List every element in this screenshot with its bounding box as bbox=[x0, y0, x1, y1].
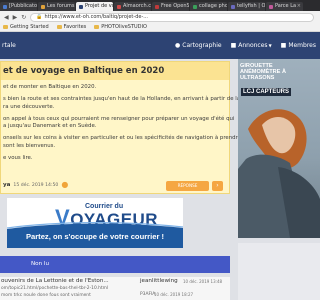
post-card: et de voyage en Baltique en 2020 et de m… bbox=[0, 61, 241, 194]
tab-label: Free OpenStr... bbox=[161, 3, 189, 9]
tab-label: [Pubblicato] [Fil... bbox=[9, 3, 37, 9]
back-icon[interactable]: ◀ bbox=[4, 14, 9, 21]
folder-icon bbox=[94, 25, 100, 29]
bookmark-getting-started[interactable]: Getting Started bbox=[3, 24, 49, 30]
browser-tab[interactable]: [Pubblicato] [Fil...× bbox=[0, 2, 37, 11]
tab-label: Les forums voy... bbox=[47, 3, 75, 9]
ad-photo-person bbox=[238, 109, 320, 238]
tab-favicon-icon bbox=[231, 4, 235, 9]
related-topic-title[interactable]: ouvenirs de La Lettonie et de l'Eston... bbox=[1, 278, 109, 284]
bookmark-favorites[interactable]: Favorites bbox=[56, 24, 86, 30]
related-topic-row: ouvenirs de La Lettonie et de l'Eston...… bbox=[0, 277, 230, 300]
post-author[interactable]: ya bbox=[3, 182, 10, 188]
post-body: et de monter en Baltique en 2020. s bien… bbox=[1, 80, 241, 162]
post-footer: ya 15 déc. 2019 14:50 ● RÉPONSE › bbox=[1, 177, 229, 193]
ad-headline: GIROUETTE ANÉMOMÈTRE À ULTRASONS bbox=[240, 63, 286, 82]
browser-tab[interactable]: Almaorch.com× bbox=[114, 2, 151, 11]
page-content: et de voyage en Baltique en 2020 et de m… bbox=[0, 59, 320, 300]
browser-tab[interactable]: Parce La × bbox=[266, 2, 303, 11]
tab-favicon-icon bbox=[269, 4, 273, 9]
site-navbar: rtale ● Cartographie ■ Annonces ▼ ■ Memb… bbox=[0, 32, 320, 59]
post-paragraph: on appel à tous ceux qui pourraient me r… bbox=[3, 115, 235, 130]
address-bar: ◀ ▶ ↻ 🔒 https://www.et-oh.com/baltiq/proj… bbox=[0, 11, 320, 23]
nav-menu: ● Cartographie ■ Annonces ▼ ■ Membres bbox=[166, 42, 316, 49]
online-dot-icon: ● bbox=[61, 180, 69, 189]
tab-favicon-icon bbox=[3, 4, 7, 9]
tab-favicon-icon bbox=[155, 4, 159, 9]
banner-tagline: Partez, on s'occupe de votre courrier ! bbox=[25, 232, 165, 241]
banner-swoosh bbox=[7, 222, 183, 232]
url-field[interactable]: 🔒 https://www.et-oh.com/baltiq/projet-de-… bbox=[30, 12, 314, 22]
related-topic-date: 10 déc. 2019 13:48 bbox=[183, 279, 223, 284]
related-topic-snippet: mom trkc noule done fous sont vraiment bbox=[1, 293, 91, 298]
bookmark-photolive[interactable]: PHOTOliveSTUDIO bbox=[94, 24, 147, 30]
bookmark-icon bbox=[3, 25, 8, 29]
post-paragraph: onseils sur les coins à visiter en parti… bbox=[3, 135, 241, 149]
related-topic-user[interactable]: jeanlittlewing bbox=[140, 278, 178, 284]
post-paragraph: s bien la route et ses contraintes jusqu… bbox=[3, 96, 240, 110]
url-text: https://www.et-oh.com/baltiq/projet-de-.… bbox=[44, 13, 149, 20]
anemometer-ad[interactable]: GIROUETTE ANÉMOMÈTRE À ULTRASONS LCJ CAP… bbox=[238, 59, 320, 238]
related-topic-url: om/topic21.html/pochette-bas-thel-tbr-2-… bbox=[1, 286, 109, 291]
tab-favicon-icon bbox=[41, 4, 45, 9]
post-paragraph: et de monter en Baltique en 2020. bbox=[3, 84, 97, 90]
post-paragraph: e vous lire. bbox=[3, 155, 33, 162]
tab-favicon-icon bbox=[117, 4, 121, 9]
megaphone-icon: ■ bbox=[230, 42, 237, 49]
lock-icon: 🔒 bbox=[36, 13, 43, 20]
nav-annonces[interactable]: ■ Annonces ▼ bbox=[231, 42, 272, 49]
right-rail bbox=[238, 243, 320, 300]
nav-membres[interactable]: ■ Membres bbox=[281, 42, 316, 49]
related-topic-date2: 10 déc. 2019 18:27 bbox=[154, 292, 194, 297]
forward-icon[interactable]: ▶ bbox=[13, 14, 18, 21]
tab-favicon-icon bbox=[193, 4, 197, 9]
unread-section-bar[interactable]: Non lu bbox=[0, 256, 230, 273]
browser-tab[interactable]: collage photo...× bbox=[190, 2, 227, 11]
browser-tab[interactable]: Projet de voya...× bbox=[76, 2, 113, 11]
map-pin-icon: ● bbox=[175, 42, 181, 49]
folder-icon bbox=[56, 25, 62, 29]
close-icon[interactable]: × bbox=[297, 2, 301, 11]
reload-icon[interactable]: ↻ bbox=[21, 14, 26, 21]
post-header: et de voyage en Baltique en 2020 bbox=[1, 62, 229, 80]
post-title: et de voyage en Baltique en 2020 bbox=[3, 66, 165, 76]
nav-portal-link[interactable]: rtale bbox=[2, 42, 16, 49]
bookmarks-bar: Getting Started Favorites PHOTOliveSTUDI… bbox=[0, 23, 320, 32]
more-button[interactable]: › bbox=[212, 181, 223, 191]
reply-button[interactable]: RÉPONSE bbox=[166, 181, 209, 191]
nav-cartographie[interactable]: ● Cartographie bbox=[175, 42, 222, 49]
users-icon: ■ bbox=[280, 42, 287, 49]
related-topic-tag: P3AFIA bbox=[140, 292, 156, 297]
browser-tab[interactable]: Les forums voy...× bbox=[38, 2, 75, 11]
tab-favicon-icon bbox=[79, 4, 83, 9]
ad-brand-badge: LCJ CAPTEURS bbox=[241, 88, 292, 96]
chevron-down-icon: ▼ bbox=[268, 43, 272, 48]
browser-tab-strip: [Pubblicato] [Fil...×Les forums voy...×P… bbox=[0, 0, 320, 11]
tab-label: Parce La bbox=[275, 3, 297, 9]
tab-label: tellyfish | Offr... bbox=[237, 3, 265, 9]
tab-label: Almaorch.com bbox=[123, 3, 151, 9]
post-date: 15 déc. 2019 14:50 bbox=[13, 182, 59, 188]
browser-tab[interactable]: Free OpenStr...× bbox=[152, 2, 189, 11]
tab-label: collage photo... bbox=[199, 3, 227, 9]
courrier-voyageur-banner[interactable]: Courrier du VOYAGEUR Partez, on s'occupe… bbox=[7, 198, 183, 248]
browser-tab[interactable]: tellyfish | Offr...× bbox=[228, 2, 265, 11]
tab-label: Projet de voya... bbox=[85, 3, 113, 9]
